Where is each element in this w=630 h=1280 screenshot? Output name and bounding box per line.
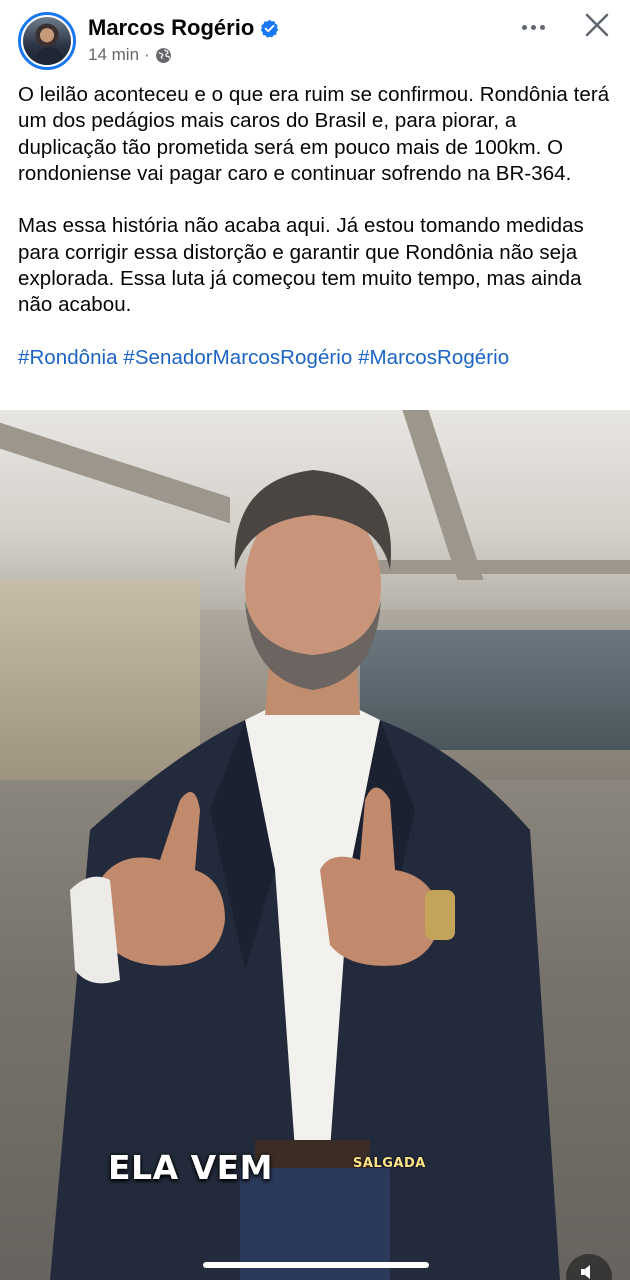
more-dot [521, 24, 527, 30]
post-header: Marcos Rogério 14 min · [0, 0, 630, 78]
more-dot [530, 24, 536, 30]
author-row: Marcos Rogério [88, 15, 279, 41]
post-time[interactable]: 14 min [88, 45, 139, 65]
home-indicator[interactable] [203, 1262, 429, 1268]
post-body: O leilão aconteceu e o que era ruim se c… [18, 82, 618, 371]
post-paragraph-2: Mas essa história não acaba aqui. Já est… [18, 214, 584, 317]
globe-icon[interactable] [155, 47, 172, 64]
post-video[interactable]: ELA VEM SALGADA [0, 410, 630, 1280]
post-meta: 14 min · [88, 45, 172, 65]
verified-badge-icon [261, 19, 279, 38]
avatar[interactable] [18, 12, 76, 70]
meta-separator: · [144, 45, 150, 64]
more-options-button[interactable] [516, 14, 550, 40]
hashtag-link[interactable]: #Rondônia [18, 346, 118, 369]
hashtag-link[interactable]: #MarcosRogério [358, 346, 509, 369]
post-paragraph-1: O leilão aconteceu e o que era ruim se c… [18, 83, 610, 185]
more-dot [539, 24, 545, 30]
video-caption-sub: SALGADA [353, 1156, 426, 1171]
speaker-icon [581, 1265, 590, 1279]
avatar-image [23, 17, 71, 65]
author-name[interactable]: Marcos Rogério [88, 15, 254, 41]
video-caption: ELA VEM [108, 1148, 274, 1187]
close-icon[interactable] [582, 10, 612, 40]
hashtag-link[interactable]: #SenadorMarcosRogério [123, 346, 352, 369]
hashtag-list: #Rondônia #SenadorMarcosRogério #MarcosR… [18, 345, 618, 371]
